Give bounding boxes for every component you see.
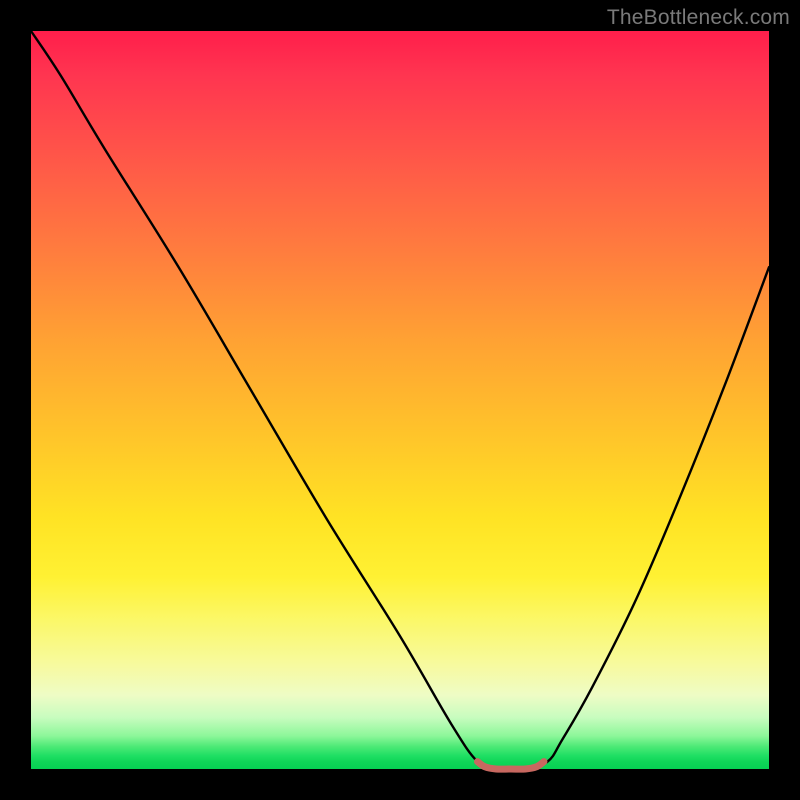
curve-overlay xyxy=(31,31,769,769)
optimal-marker xyxy=(477,762,543,770)
bottleneck-curve xyxy=(31,31,769,770)
watermark-text: TheBottleneck.com xyxy=(607,6,790,30)
chart-frame: TheBottleneck.com xyxy=(0,0,800,800)
